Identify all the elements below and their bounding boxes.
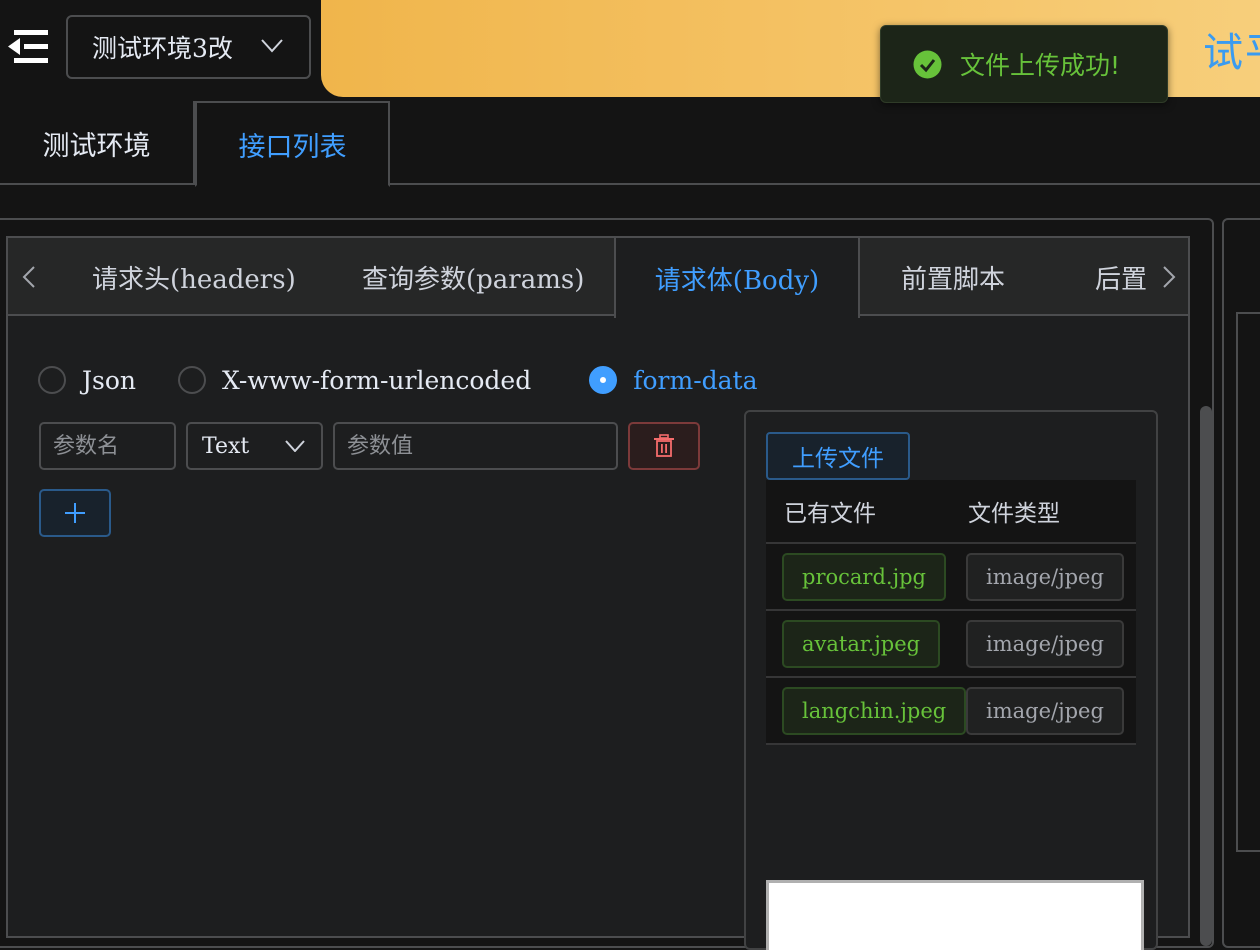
- table-row: langchin.jpeg image/jpeg: [766, 678, 1136, 745]
- request-tabs: 请求头(headers) 查询参数(params) 请求体(Body) 前置脚本…: [8, 238, 1188, 318]
- radio-circle-checked[interactable]: [589, 366, 618, 394]
- radio-circle[interactable]: [178, 366, 207, 394]
- file-name-tag[interactable]: procard.jpg: [782, 552, 946, 601]
- trash-icon: [654, 434, 674, 457]
- add-param-button[interactable]: [39, 489, 111, 537]
- radio-urlencoded[interactable]: X-www-form-urlencoded: [178, 366, 531, 395]
- file-preview-area: [766, 880, 1144, 950]
- vertical-scrollbar[interactable]: [1200, 406, 1212, 946]
- tab-test-environment[interactable]: 测试环境: [0, 101, 195, 185]
- environment-select[interactable]: 测试环境3改: [66, 15, 311, 79]
- radio-form-data-label: form-data: [633, 365, 758, 395]
- radio-form-data[interactable]: form-data: [589, 365, 758, 395]
- file-type-cell: image/jpeg: [950, 552, 1136, 601]
- tab-params[interactable]: 查询参数(params): [362, 238, 584, 316]
- table-row: avatar.jpeg image/jpeg: [766, 611, 1136, 678]
- param-type-select[interactable]: Text: [186, 422, 323, 470]
- file-table-header: 已有文件 文件类型: [766, 480, 1136, 544]
- file-type-cell: image/jpeg: [950, 619, 1136, 668]
- tab-api-list[interactable]: 接口列表: [195, 101, 390, 187]
- page-tabs: 测试环境 接口列表: [0, 101, 1260, 187]
- tab-post-script[interactable]: 后置: [1095, 238, 1147, 316]
- plus-icon: [65, 503, 85, 523]
- tab-body[interactable]: 请求体(Body): [614, 238, 860, 318]
- radio-json-label: Json: [82, 365, 137, 395]
- file-name-cell: procard.jpg: [766, 552, 950, 601]
- file-type-tag: image/jpeg: [966, 686, 1124, 735]
- body-type-radio-group: Json X-www-form-urlencoded form-data: [38, 362, 800, 398]
- param-value-input[interactable]: [333, 422, 618, 470]
- file-name-cell: avatar.jpeg: [766, 619, 950, 668]
- environment-select-value: 测试环境3改: [92, 34, 233, 63]
- chevron-right-icon[interactable]: [1162, 266, 1176, 288]
- side-panel-inner: [1236, 312, 1260, 852]
- delete-param-button[interactable]: [628, 422, 700, 470]
- menu-fold-icon[interactable]: [6, 28, 50, 66]
- success-check-icon: [913, 50, 942, 78]
- toast-message: 文件上传成功!: [960, 51, 1121, 80]
- file-type-tag: image/jpeg: [966, 552, 1124, 601]
- radio-circle[interactable]: [38, 366, 66, 394]
- file-type-tag: image/jpeg: [966, 619, 1124, 668]
- side-panel: [1222, 218, 1260, 948]
- radio-json[interactable]: Json: [38, 366, 136, 395]
- param-type-value: Text: [202, 433, 250, 459]
- chevron-left-icon[interactable]: [22, 266, 36, 288]
- chevron-down-icon: [261, 39, 283, 53]
- success-toast: 文件上传成功!: [880, 25, 1168, 103]
- radio-urlencoded-label: X-www-form-urlencoded: [222, 365, 532, 395]
- file-name-tag[interactable]: avatar.jpeg: [782, 619, 941, 668]
- chevron-down-icon: [285, 440, 305, 452]
- banner-title: 试平: [1203, 30, 1260, 76]
- file-type-cell: image/jpeg: [950, 686, 1136, 735]
- file-name-tag[interactable]: langchin.jpeg: [782, 686, 967, 735]
- tab-headers[interactable]: 请求头(headers): [92, 238, 296, 316]
- file-upload-popover: 上传文件 已有文件 文件类型 procard.jpg image/jpeg av…: [744, 410, 1158, 950]
- file-table: 已有文件 文件类型 procard.jpg image/jpeg avatar.…: [766, 480, 1136, 745]
- file-name-cell: langchin.jpeg: [766, 686, 967, 735]
- column-header-existing-files: 已有文件: [784, 501, 876, 527]
- tab-pre-script[interactable]: 前置脚本: [901, 238, 1005, 316]
- param-name-input[interactable]: [39, 422, 176, 470]
- upload-file-button[interactable]: 上传文件: [766, 432, 910, 480]
- table-row: procard.jpg image/jpeg: [766, 544, 1136, 611]
- column-header-file-type: 文件类型: [968, 501, 1060, 527]
